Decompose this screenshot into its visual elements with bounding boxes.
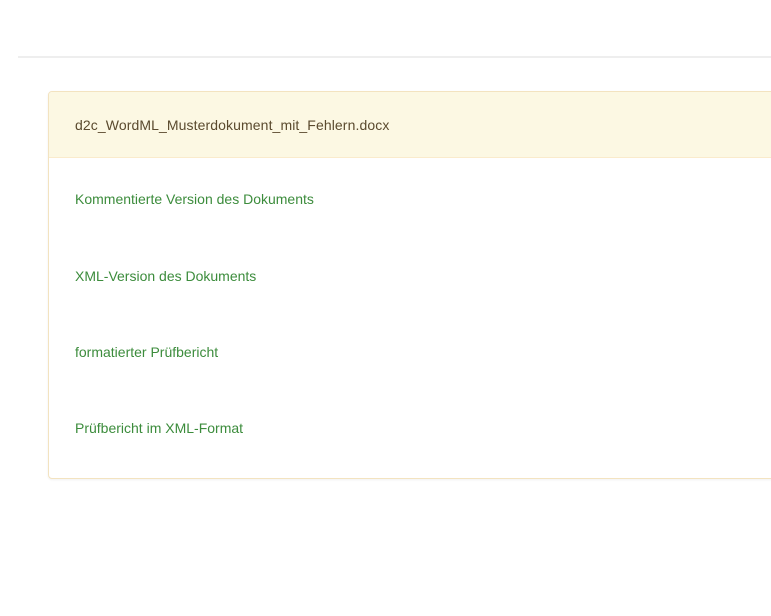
- list-item: XML-Version des Dokuments: [49, 236, 771, 316]
- formatted-report-link[interactable]: formatierter Prüfbericht: [75, 344, 218, 360]
- list-item: Prüfbericht im XML-Format: [49, 388, 771, 468]
- page-divider: [18, 56, 771, 58]
- xml-report-link[interactable]: Prüfbericht im XML-Format: [75, 420, 243, 436]
- annotated-document-link[interactable]: Kommentierte Version des Dokuments: [75, 191, 314, 207]
- panel-heading: d2c_WordML_Musterdokument_mit_Fehlern.do…: [49, 92, 771, 158]
- list-item: Kommentierte Version des Dokuments: [49, 158, 771, 240]
- list-item: formatierter Prüfbericht: [49, 312, 771, 392]
- document-filename: d2c_WordML_Musterdokument_mit_Fehlern.do…: [75, 116, 390, 133]
- download-link-list: Kommentierte Version des Dokuments XML-V…: [49, 158, 771, 468]
- xml-document-link[interactable]: XML-Version des Dokuments: [75, 268, 256, 284]
- document-result-panel: d2c_WordML_Musterdokument_mit_Fehlern.do…: [48, 91, 771, 479]
